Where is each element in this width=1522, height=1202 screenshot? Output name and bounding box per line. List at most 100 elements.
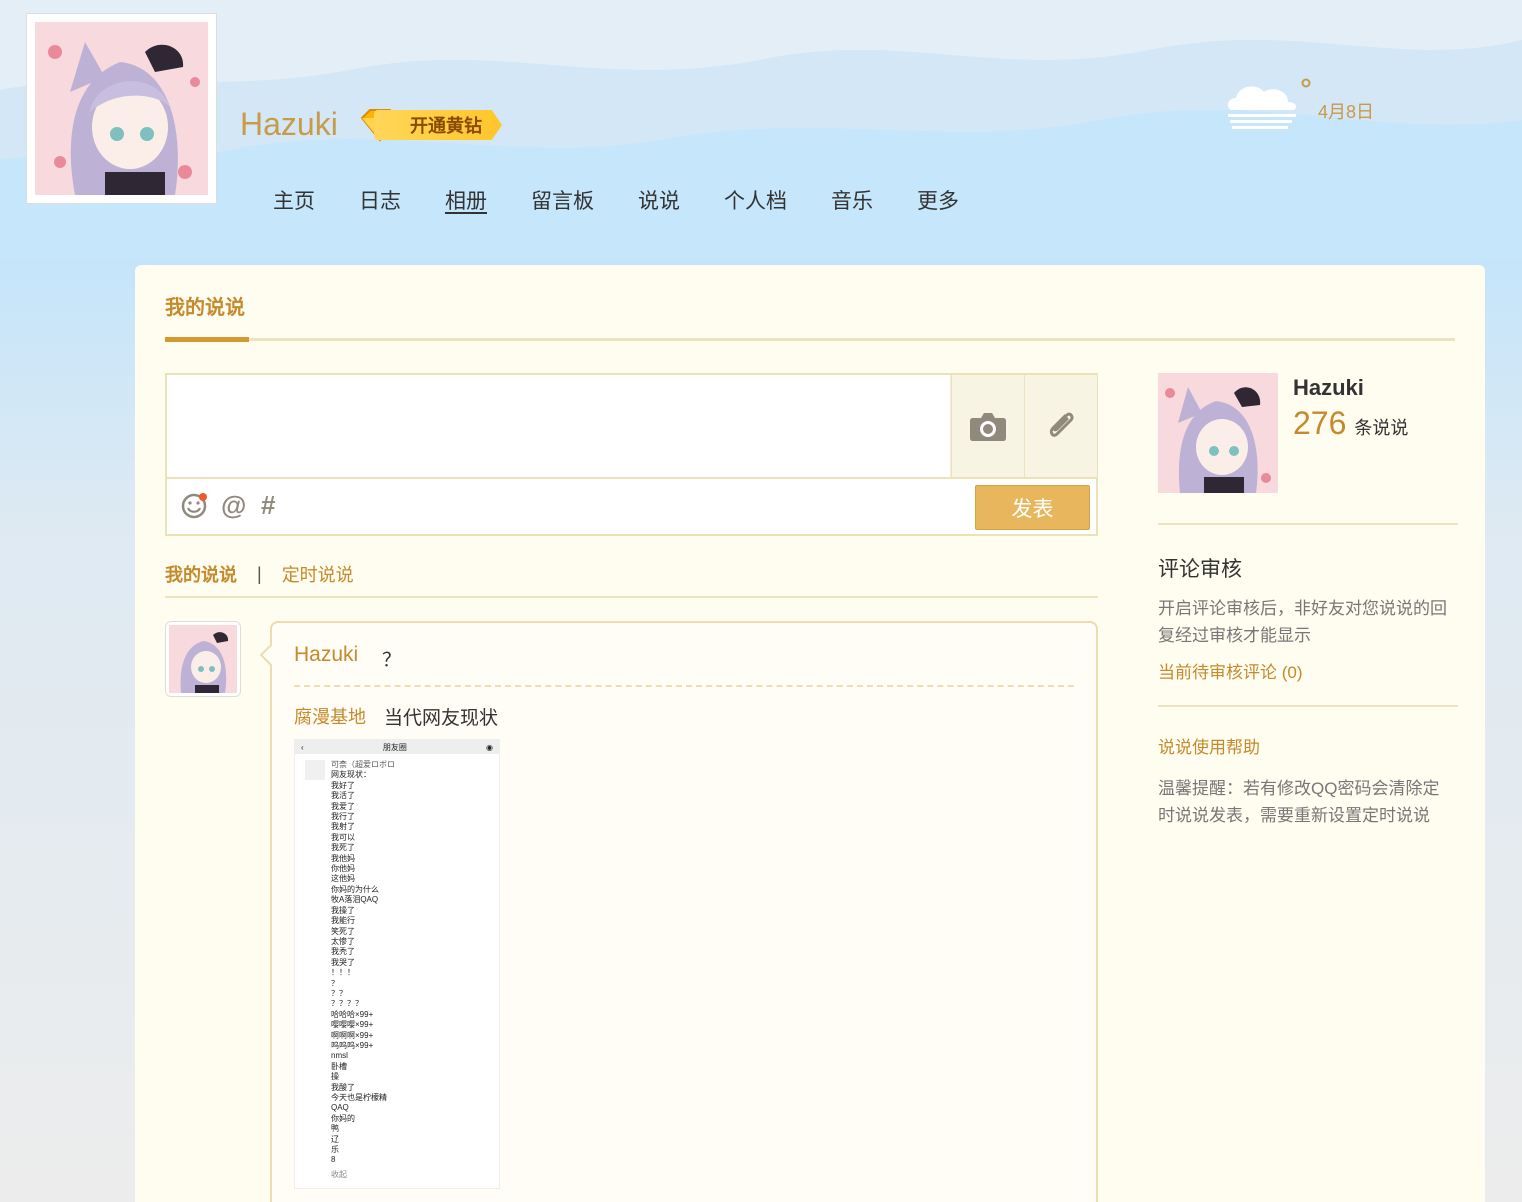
tab-my-posts[interactable]: 我的说说 — [165, 561, 237, 587]
camera-icon: ◉ — [486, 742, 493, 752]
pending-review-link[interactable]: 当前待审核评论 (0) — [1158, 658, 1303, 683]
share-source[interactable]: 腐漫基地 — [294, 703, 366, 729]
shot-header-title: 朋友圈 — [382, 742, 407, 752]
post-button[interactable]: 发表 — [975, 485, 1090, 530]
post-count-unit: 条说说 — [1354, 418, 1409, 438]
sidebar-username[interactable]: Hazuki — [1293, 375, 1364, 401]
nav-profile[interactable]: 个人档 — [724, 185, 787, 215]
shot-text-line: 哈哈哈×99+ — [331, 1009, 374, 1019]
sidebar-avatar[interactable] — [1158, 373, 1278, 493]
shot-text-line: 我好了 — [331, 780, 355, 790]
shot-text-line: ？？？？ — [331, 999, 363, 1009]
shot-text-line: 呜呜呜×99+ — [331, 1040, 374, 1050]
shot-text-line: 我他妈 — [331, 853, 355, 863]
shot-text-line: 鸭 — [331, 1124, 339, 1134]
avatar-illustration — [169, 625, 237, 693]
shot-text-line: 我哭了 — [331, 957, 355, 967]
shot-text-line: 我活了 — [331, 791, 355, 801]
review-description: 开启评论审核后，非好友对您说说的回复经过审核才能显示 — [1158, 599, 1447, 645]
at-icon[interactable]: @ — [221, 490, 246, 521]
shot-text-line: 我可以 — [331, 832, 355, 842]
sidebar-divider — [1158, 705, 1458, 707]
feed-username[interactable]: Hazuki — [294, 643, 358, 667]
shot-text-line: 太惨了 — [331, 936, 355, 946]
composer-toolbar: @ # 发表 — [167, 477, 1096, 534]
page-title: 我的说说 — [165, 297, 245, 319]
vip-badge[interactable]: 开通黄钻 — [356, 108, 504, 142]
shot-text-line: 乐 — [331, 1145, 339, 1155]
shot-body: 可柰（超爱ロボロ 网友现状： 我好了 我活了 我爱了 我行了 我射了 我可以 我死了 我他妈 你他… — [295, 754, 499, 1180]
paperclip-icon — [1049, 412, 1074, 437]
shot-text-line: 辽 — [331, 1134, 339, 1144]
shot-header: ‹ 朋友圈 ◉ — [295, 740, 499, 754]
feed-divider — [294, 685, 1074, 687]
shot-name: 可柰（超爱ロボロ — [331, 760, 395, 769]
hashtag-icon[interactable]: # — [261, 490, 275, 521]
avatar-illustration — [1158, 373, 1278, 493]
profile-username[interactable]: Hazuki — [240, 106, 338, 143]
shot-text-line: 你他妈 — [331, 864, 355, 874]
main-card: 我的说说 @ # 发表 我的说说 | 定时说说 Hazuki ？ 腐漫基地 当代… — [135, 265, 1485, 1202]
share-title[interactable]: 当代网友现状 — [384, 703, 498, 730]
vip-label[interactable]: 开通黄钻 — [374, 110, 502, 140]
nav-blog[interactable]: 日志 — [359, 185, 401, 215]
shot-text-line: 牧A落泪QAQ — [331, 895, 379, 905]
nav-album[interactable]: 相册 — [445, 185, 487, 215]
post-composer: @ # 发表 — [165, 373, 1098, 536]
help-link[interactable]: 说说使用帮助 — [1158, 733, 1260, 758]
shot-text-line: ！！！ — [331, 968, 355, 978]
feed-post: Hazuki ？ 腐漫基地 当代网友现状 ‹ 朋友圈 ◉ 可柰（超爱ロボロ 网友… — [259, 621, 1098, 1202]
feed-content: ？ — [382, 650, 402, 671]
sidebar-divider — [1158, 523, 1458, 525]
shot-text-line: 我死了 — [331, 843, 355, 853]
shot-text-line: 操 — [331, 1072, 339, 1082]
feed-tabs: 我的说说 | 定时说说 — [165, 561, 354, 587]
upload-photo-button[interactable] — [951, 375, 1024, 477]
shot-text-line: 今天也是柠檬精 — [331, 1093, 387, 1102]
shot-text-line: 卧槽 — [331, 1061, 347, 1071]
shot-text-line: 我能行 — [331, 916, 355, 926]
shot-text-line: 我行了 — [331, 812, 355, 822]
shot-text-line: QAQ — [331, 1103, 349, 1113]
shot-collapse-link[interactable]: 收起 — [331, 1170, 499, 1180]
shot-text-line: 我射了 — [331, 822, 355, 832]
shot-text-line: 我操了 — [331, 905, 355, 915]
shot-text-line: 网友现状： — [331, 770, 371, 780]
shot-avatar — [305, 760, 325, 780]
shot-text-line: nmsl — [331, 1051, 348, 1061]
tab-separator: | — [257, 563, 262, 584]
shot-text-line: 笑死了 — [331, 926, 355, 936]
shot-text-line: ？ — [331, 978, 339, 988]
feed-avatar[interactable] — [165, 621, 241, 697]
feed-pointer — [259, 643, 283, 667]
shared-image[interactable]: ‹ 朋友圈 ◉ 可柰（超爱ロボロ 网友现状： 我好了 我活了 我爱了 我行了 我射了 我可以… — [294, 739, 500, 1189]
shot-text-line: 我秃了 — [331, 947, 355, 957]
nav-home[interactable]: 主页 — [273, 185, 315, 215]
shot-text-line: 嘤嘤嘤×99+ — [331, 1020, 374, 1030]
nav-music[interactable]: 音乐 — [831, 185, 873, 215]
avatar-illustration — [35, 22, 208, 195]
title-divider — [165, 338, 1455, 341]
tab-scheduled-posts[interactable]: 定时说说 — [282, 561, 354, 587]
shot-text-line: 啊啊啊×99+ — [331, 1030, 374, 1040]
back-icon: ‹ — [301, 742, 304, 752]
shot-text-line: 这他妈 — [331, 874, 355, 884]
post-count: 276 条说说 — [1293, 405, 1408, 442]
tabs-divider — [165, 596, 1098, 598]
nav-shuoshuo[interactable]: 说说 — [638, 185, 680, 215]
shot-text-line: 我爱了 — [331, 801, 355, 811]
nav-guestbook[interactable]: 留言板 — [531, 185, 594, 215]
camera-icon — [970, 413, 1006, 441]
main-nav: 主页 日志 相册 留言板 说说 个人档 音乐 更多 — [273, 185, 1003, 215]
profile-avatar[interactable] — [26, 13, 217, 204]
shot-text-line: ？？ — [331, 988, 347, 998]
post-text-input[interactable] — [167, 375, 951, 477]
smiley-icon[interactable] — [181, 493, 207, 526]
nav-more[interactable]: 更多 — [917, 185, 959, 215]
shot-text-line: 我酸了 — [331, 1082, 355, 1092]
post-count-value: 276 — [1293, 405, 1347, 441]
shot-text-line: 你妈的为什么 — [331, 884, 379, 894]
attach-button[interactable] — [1024, 375, 1097, 477]
reminder-text: 温馨提醒：若有修改QQ密码会清除定时说说发表，需要重新设置定时说说 — [1158, 779, 1440, 825]
title-active-indicator — [165, 337, 249, 342]
